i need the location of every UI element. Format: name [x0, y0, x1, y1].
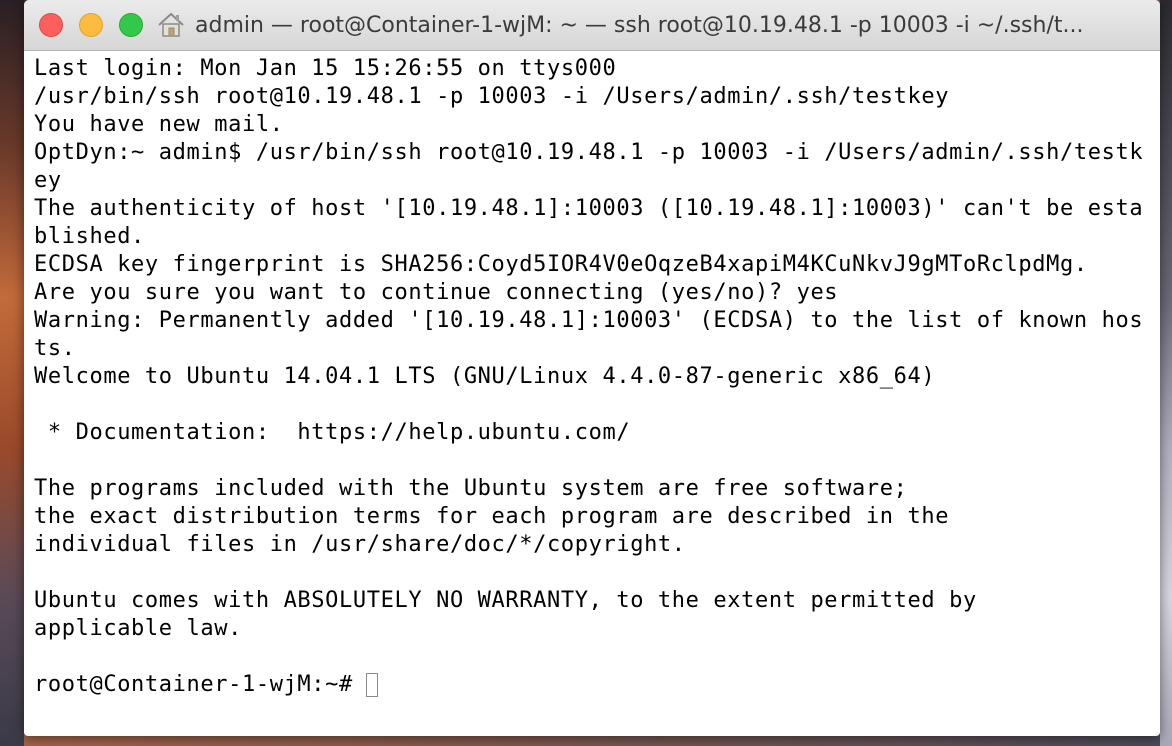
terminal-line: blished. — [34, 224, 145, 249]
desktop-wallpaper-right — [1160, 0, 1172, 746]
title-bar[interactable]: admin — root@Container-1-wjM: ~ — ssh ro… — [24, 0, 1160, 51]
window-title-text: admin — root@Container-1-wjM: ~ — ssh ro… — [195, 12, 1084, 38]
terminal-line: You have new mail. — [34, 112, 284, 137]
terminal-line: Are you sure you want to continue connec… — [34, 280, 839, 305]
terminal-line: individual files in /usr/share/doc/*/cop… — [34, 532, 686, 557]
zoom-button[interactable] — [119, 13, 143, 37]
terminal-line: The programs included with the Ubuntu sy… — [34, 476, 908, 501]
terminal-window[interactable]: admin — root@Container-1-wjM: ~ — ssh ro… — [24, 0, 1160, 736]
terminal-output[interactable]: Last login: Mon Jan 15 15:26:55 on ttys0… — [34, 55, 1152, 727]
close-button[interactable] — [39, 13, 63, 37]
terminal-line: OptDyn:~ admin$ /usr/bin/ssh root@10.19.… — [34, 140, 1144, 165]
desktop-wallpaper-left — [0, 0, 24, 746]
terminal-line: Last login: Mon Jan 15 15:26:55 on ttys0… — [34, 56, 617, 81]
terminal-line: ts. — [34, 336, 76, 361]
terminal-line: * Documentation: https://help.ubuntu.com… — [34, 420, 631, 445]
shell-prompt: root@Container-1-wjM:~# — [34, 672, 353, 697]
text-cursor[interactable] — [365, 673, 378, 697]
terminal-line: Ubuntu comes with ABSOLUTELY NO WARRANTY… — [34, 588, 977, 613]
minimize-button[interactable] — [79, 13, 103, 37]
terminal-line: ey — [34, 168, 62, 193]
terminal-line: /usr/bin/ssh root@10.19.48.1 -p 10003 -i… — [34, 84, 950, 109]
terminal-line: ECDSA key fingerprint is SHA256:Coyd5IOR… — [34, 252, 1088, 277]
terminal-line: Warning: Permanently added '[10.19.48.1]… — [34, 308, 1144, 333]
home-icon — [158, 12, 184, 37]
terminal-line: applicable law. — [34, 616, 242, 641]
terminal-line: The authenticity of host '[10.19.48.1]:1… — [34, 196, 1144, 221]
prompt-line[interactable]: root@Container-1-wjM:~# — [34, 671, 1152, 699]
terminal-line: the exact distribution terms for each pr… — [34, 504, 950, 529]
window-controls — [39, 13, 143, 37]
window-title: admin — root@Container-1-wjM: ~ — ssh ro… — [157, 12, 1117, 38]
terminal-line: Welcome to Ubuntu 14.04.1 LTS (GNU/Linux… — [34, 364, 936, 389]
